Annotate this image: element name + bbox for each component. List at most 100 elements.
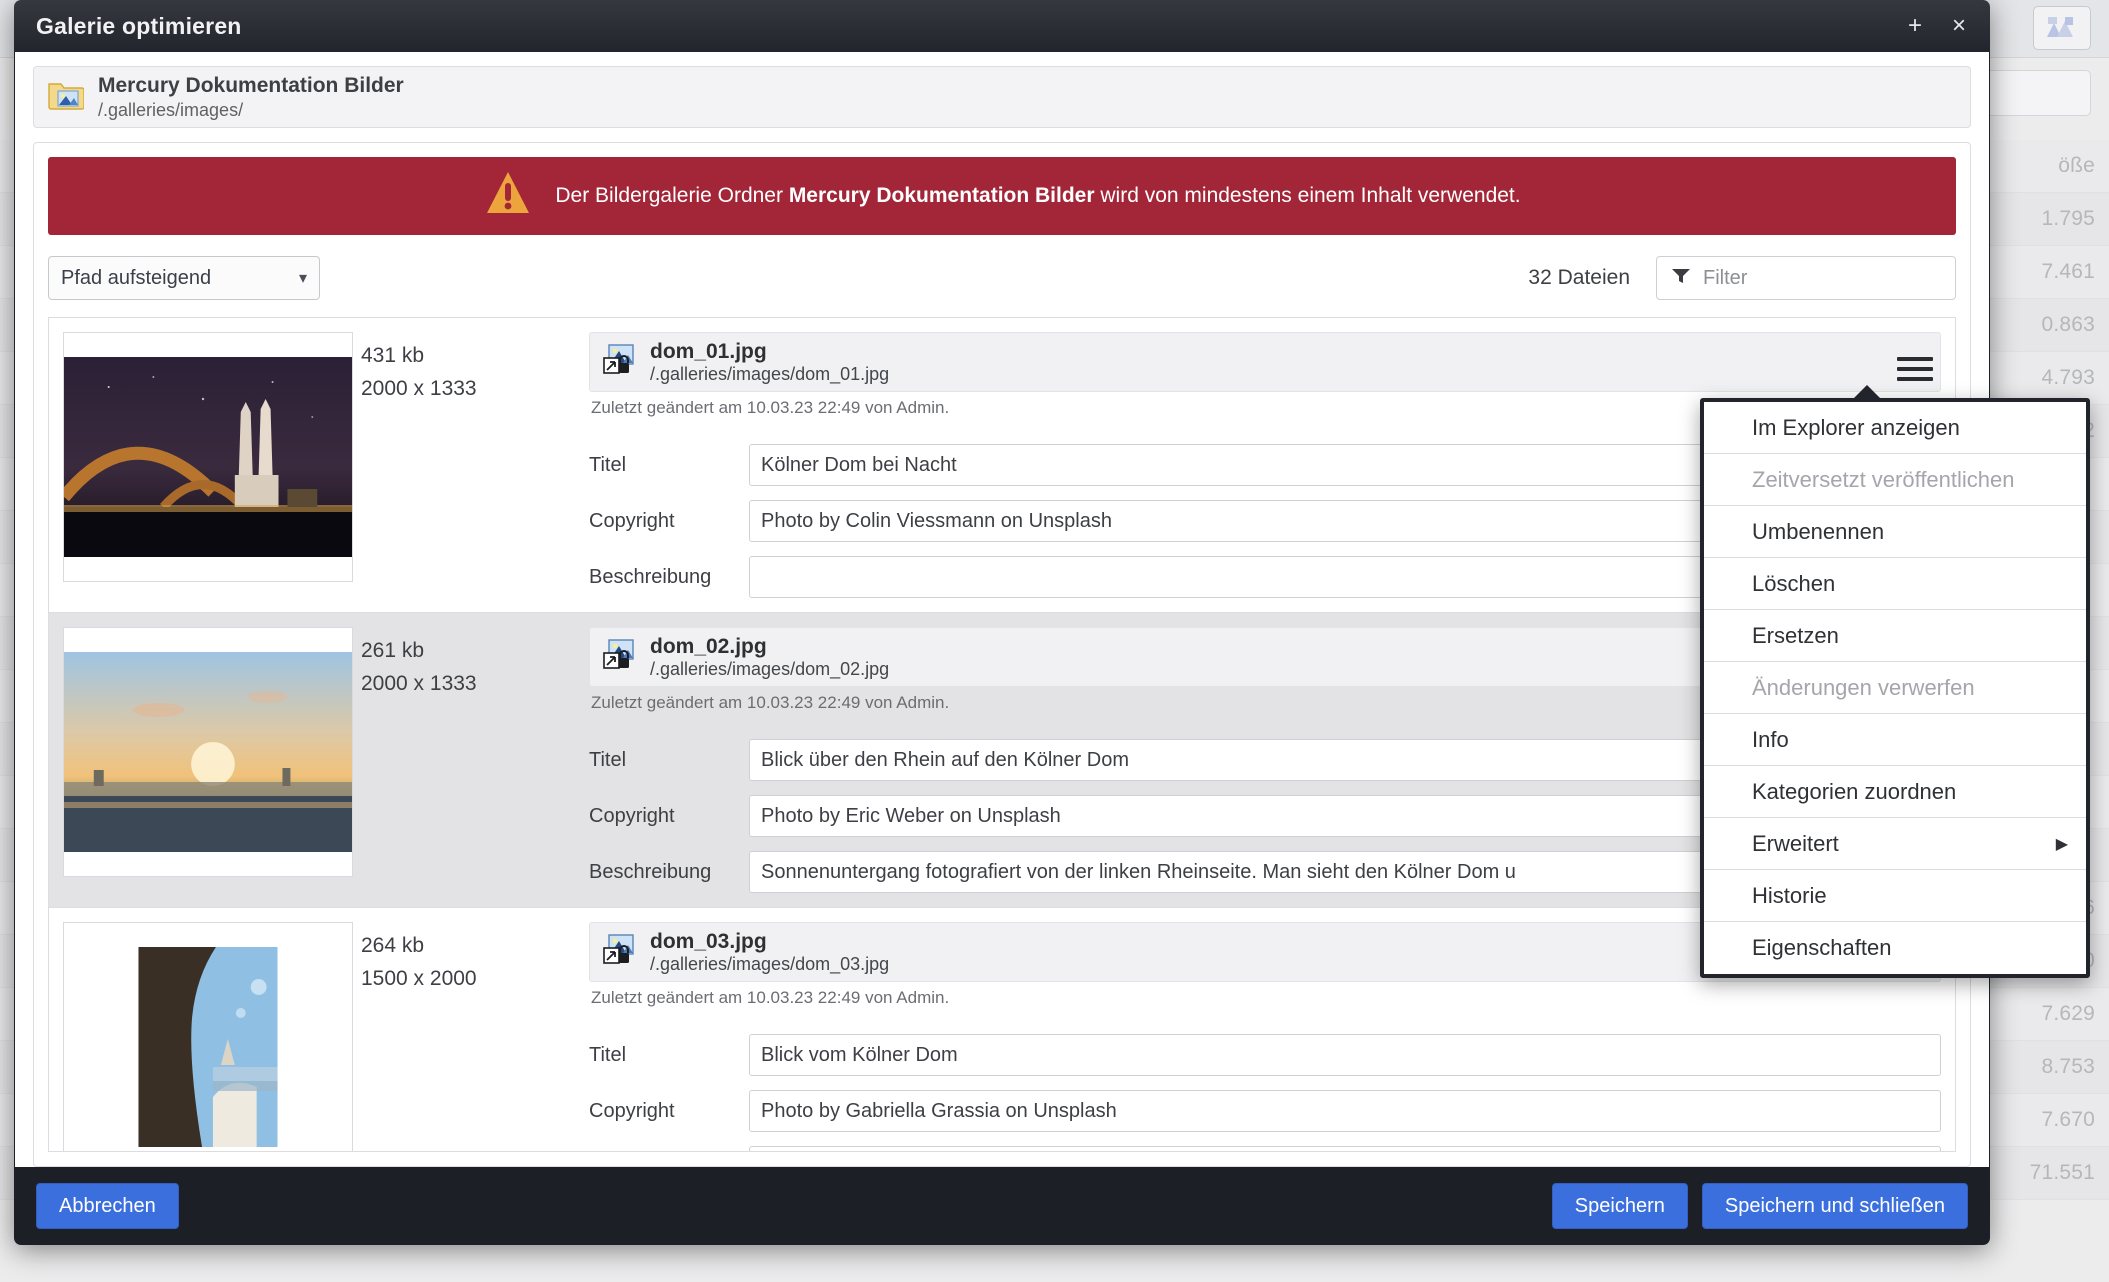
image-file-icon	[602, 343, 638, 382]
content-panel: Der Bildergalerie Ordner Mercury Dokumen…	[33, 142, 1971, 1167]
menu-item-zeitversetzt-veroeffentlichen: Zeitversetzt veröffentlichen	[1704, 454, 2086, 506]
menu-item-label: Info	[1752, 727, 1789, 753]
field-label-titel: Titel	[589, 1044, 749, 1067]
file-meta: 261 kb 2000 x 1333	[349, 627, 589, 893]
beschreibung-input[interactable]	[749, 1146, 1941, 1152]
bg-cell-size: 7.670	[2041, 1108, 2095, 1132]
menu-item-kategorien-zuordnen[interactable]: Kategorien zuordnen	[1704, 766, 2086, 818]
file-name: dom_01.jpg	[650, 340, 889, 364]
image-dom-02	[64, 652, 352, 852]
image-file-icon	[602, 933, 638, 972]
bg-cell-size: 4.793	[2041, 366, 2095, 390]
dialog-footer: Abbrechen Speichern Speichern und schlie…	[14, 1167, 1990, 1245]
menu-item-info[interactable]: Info	[1704, 714, 2086, 766]
sort-select-value: Pfad aufsteigend	[61, 267, 211, 290]
save-button[interactable]: Speichern	[1552, 1183, 1688, 1229]
menu-item-erweitert[interactable]: Erweitert ▶	[1704, 818, 2086, 870]
thumbnail-cell	[49, 922, 349, 1152]
file-name: dom_03.jpg	[650, 930, 889, 954]
file-list: 431 kb 2000 x 1333	[48, 317, 1956, 1152]
menu-item-label: Historie	[1752, 883, 1827, 909]
menu-item-label: Zeitversetzt veröffentlichen	[1752, 467, 2015, 493]
copyright-input[interactable]: Photo by Gabriella Grassia on Unsplash	[749, 1090, 1941, 1132]
menu-item-label: Löschen	[1752, 571, 1835, 597]
thumbnail[interactable]	[63, 332, 353, 582]
field-copyright: Copyright Photo by Gabriella Grassia on …	[589, 1090, 1941, 1132]
file-dimensions: 1500 x 2000	[361, 963, 589, 996]
folder-path: /.galleries/images/	[98, 100, 404, 121]
file-row: 264 kb 1500 x 2000	[49, 908, 1955, 1152]
field-label-copyright: Copyright	[589, 510, 749, 533]
close-icon[interactable]: ×	[1948, 14, 1970, 38]
file-path: /.galleries/images/dom_03.jpg	[650, 954, 889, 975]
filter-input[interactable]: Filter	[1656, 256, 1956, 300]
file-row: 261 kb 2000 x 1333	[49, 613, 1955, 908]
image-file-icon	[602, 638, 638, 677]
titel-input[interactable]: Blick vom Kölner Dom	[749, 1034, 1941, 1076]
file-meta: 264 kb 1500 x 2000	[349, 922, 589, 1152]
menu-item-label: Kategorien zuordnen	[1752, 779, 1956, 805]
field-label-copyright: Copyright	[589, 1100, 749, 1123]
field-beschreibung: Beschreibung	[589, 1146, 1941, 1152]
file-size: 431 kb	[361, 340, 589, 373]
gallery-optimize-dialog: Galerie optimieren + × Mercury Dokumenta…	[14, 0, 1990, 1245]
file-path: /.galleries/images/dom_02.jpg	[650, 659, 889, 680]
field-label-titel: Titel	[589, 454, 749, 477]
bg-cell-size: 1.795	[2041, 207, 2095, 231]
chevron-right-icon: ▶	[2056, 834, 2068, 854]
file-fields: Titel Blick vom Kölner Dom Copyright Pho…	[589, 1034, 1941, 1152]
cancel-button[interactable]: Abbrechen	[36, 1183, 179, 1229]
menu-item-aenderungen-verwerfen: Änderungen verwerfen	[1704, 662, 2086, 714]
menu-item-label: Ersetzen	[1752, 623, 1839, 649]
maximize-icon[interactable]: +	[1904, 14, 1926, 38]
folder-name: Mercury Dokumentation Bilder	[98, 74, 404, 98]
menu-item-label: Eigenschaften	[1752, 935, 1891, 961]
menu-item-umbenennen[interactable]: Umbenennen	[1704, 506, 2086, 558]
menu-item-ersetzen[interactable]: Ersetzen	[1704, 610, 2086, 662]
file-name-bar[interactable]: dom_01.jpg /.galleries/images/dom_01.jpg	[589, 332, 1941, 392]
menu-item-label: Erweitert	[1752, 831, 1839, 857]
dialog-body: Mercury Dokumentation Bilder /.galleries…	[14, 52, 1990, 1167]
warning-text-before: Der Bildergalerie Ordner	[555, 184, 788, 207]
thumbnail[interactable]	[63, 627, 353, 877]
funnel-icon	[1671, 267, 1691, 290]
save-and-close-button[interactable]: Speichern und schließen	[1702, 1183, 1968, 1229]
warning-text: Der Bildergalerie Ordner Mercury Dokumen…	[555, 184, 1520, 208]
bg-header-size: öße	[2058, 154, 2095, 178]
dialog-title: Galerie optimieren	[36, 13, 242, 40]
field-titel: Titel Blick vom Kölner Dom	[589, 1034, 1941, 1076]
bg-cell-size: 0.863	[2041, 313, 2095, 337]
file-meta: 431 kb 2000 x 1333	[349, 332, 589, 598]
file-context-menu: Im Explorer anzeigen Zeitversetzt veröff…	[1700, 398, 2090, 978]
warning-text-after: wird von mindestens einem Inhalt verwend…	[1095, 184, 1521, 207]
filter-placeholder: Filter	[1703, 267, 1747, 290]
file-modified: Zuletzt geändert am 10.03.23 22:49 von A…	[589, 988, 1941, 1008]
menu-item-loeschen[interactable]: Löschen	[1704, 558, 2086, 610]
titlebar-actions: + ×	[1904, 0, 1970, 52]
bg-cell-size: 7.461	[2041, 260, 2095, 284]
file-row: 431 kb 2000 x 1333	[49, 318, 1955, 613]
image-dom-03	[64, 947, 352, 1147]
sort-select[interactable]: Pfad aufsteigend ▾	[48, 256, 320, 300]
file-dimensions: 2000 x 1333	[361, 373, 589, 406]
bg-cell-size: 71.551	[2030, 1161, 2095, 1185]
context-menu-caret	[1850, 385, 1884, 402]
file-name: dom_02.jpg	[650, 635, 889, 659]
menu-item-eigenschaften[interactable]: Eigenschaften	[1704, 922, 2086, 974]
menu-item-historie[interactable]: Historie	[1704, 870, 2086, 922]
menu-item-label: Umbenennen	[1752, 519, 1884, 545]
file-context-menu-button[interactable]	[1897, 352, 1933, 386]
menu-item-im-explorer-anzeigen[interactable]: Im Explorer anzeigen	[1704, 402, 2086, 454]
file-path: /.galleries/images/dom_01.jpg	[650, 364, 889, 385]
folder-image-icon	[48, 80, 84, 115]
dialog-titlebar: Galerie optimieren + ×	[14, 0, 1990, 52]
bg-cell-size: 7.629	[2041, 1002, 2095, 1026]
chevron-down-icon: ▾	[299, 268, 307, 288]
folder-header: Mercury Dokumentation Bilder /.galleries…	[33, 66, 1971, 128]
field-label-beschreibung: Beschreibung	[589, 861, 749, 884]
bg-cell-size: 8.753	[2041, 1055, 2095, 1079]
menu-item-label: Änderungen verwerfen	[1752, 675, 1975, 701]
image-dom-01	[64, 357, 352, 557]
thumbnail[interactable]	[63, 922, 353, 1152]
thumbnail-cell	[49, 627, 349, 893]
